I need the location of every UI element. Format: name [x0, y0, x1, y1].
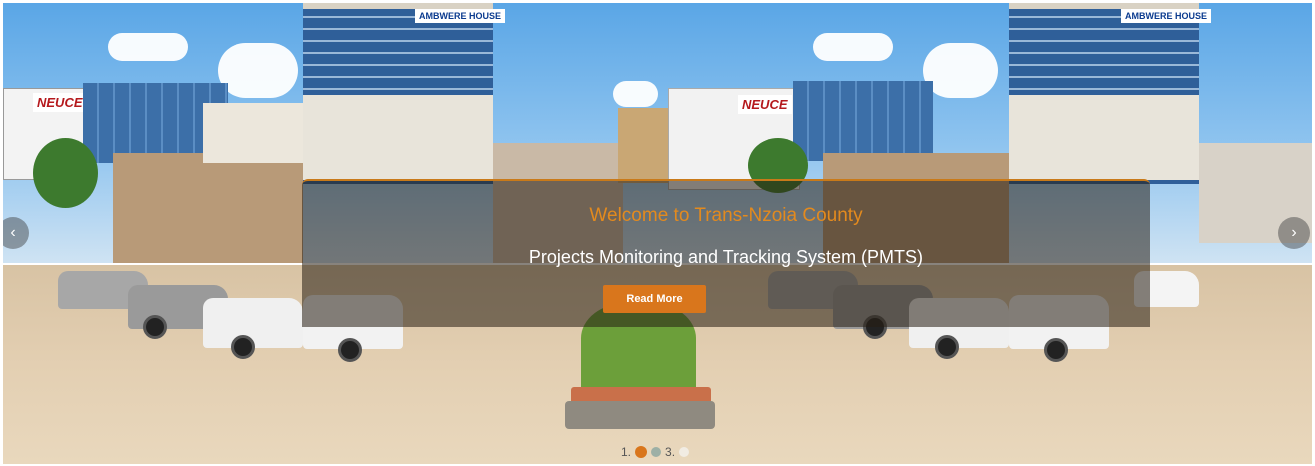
building	[1009, 95, 1199, 180]
wheel	[1044, 338, 1068, 362]
indicator-label-3: 3.	[665, 445, 676, 459]
ambwere-house-sign: AMBWERE HOUSE	[415, 9, 506, 23]
building	[793, 81, 933, 161]
carousel-next-icon[interactable]: ›	[1278, 217, 1310, 249]
wheel	[143, 315, 167, 339]
caption-subtitle: Projects Monitoring and Tracking System …	[528, 247, 924, 267]
neuce-sign: NEUCE	[738, 95, 792, 114]
indicator-label-1: 1.	[621, 445, 632, 459]
wheel	[231, 335, 255, 359]
indicator-dot-1[interactable]	[635, 446, 648, 458]
wheel	[338, 338, 362, 362]
neuce-sign: NEUCE	[33, 93, 87, 112]
hero-carousel: NEUCE AMBWERE HOUSE NEUCE AMBWERE HOUSE …	[3, 3, 1312, 464]
median-base	[565, 401, 715, 429]
ambwere-house-sign: AMBWERE HOUSE	[1121, 9, 1212, 23]
wheel	[935, 335, 959, 359]
carousel-caption: Welcome to Trans-Nzoia County Projects M…	[302, 179, 1150, 327]
read-more-button[interactable]: Read More	[603, 285, 706, 313]
indicator-dot-3[interactable]	[679, 447, 690, 457]
carousel-indicators: 1. 3.	[621, 442, 690, 462]
photo-panel-left: NEUCE	[3, 3, 303, 464]
tree	[33, 138, 98, 208]
caption-title: Welcome to Trans-Nzoia County	[589, 205, 863, 226]
indicator-dot-2[interactable]	[651, 447, 662, 457]
building	[303, 95, 493, 180]
building	[203, 103, 303, 163]
building	[113, 153, 303, 263]
